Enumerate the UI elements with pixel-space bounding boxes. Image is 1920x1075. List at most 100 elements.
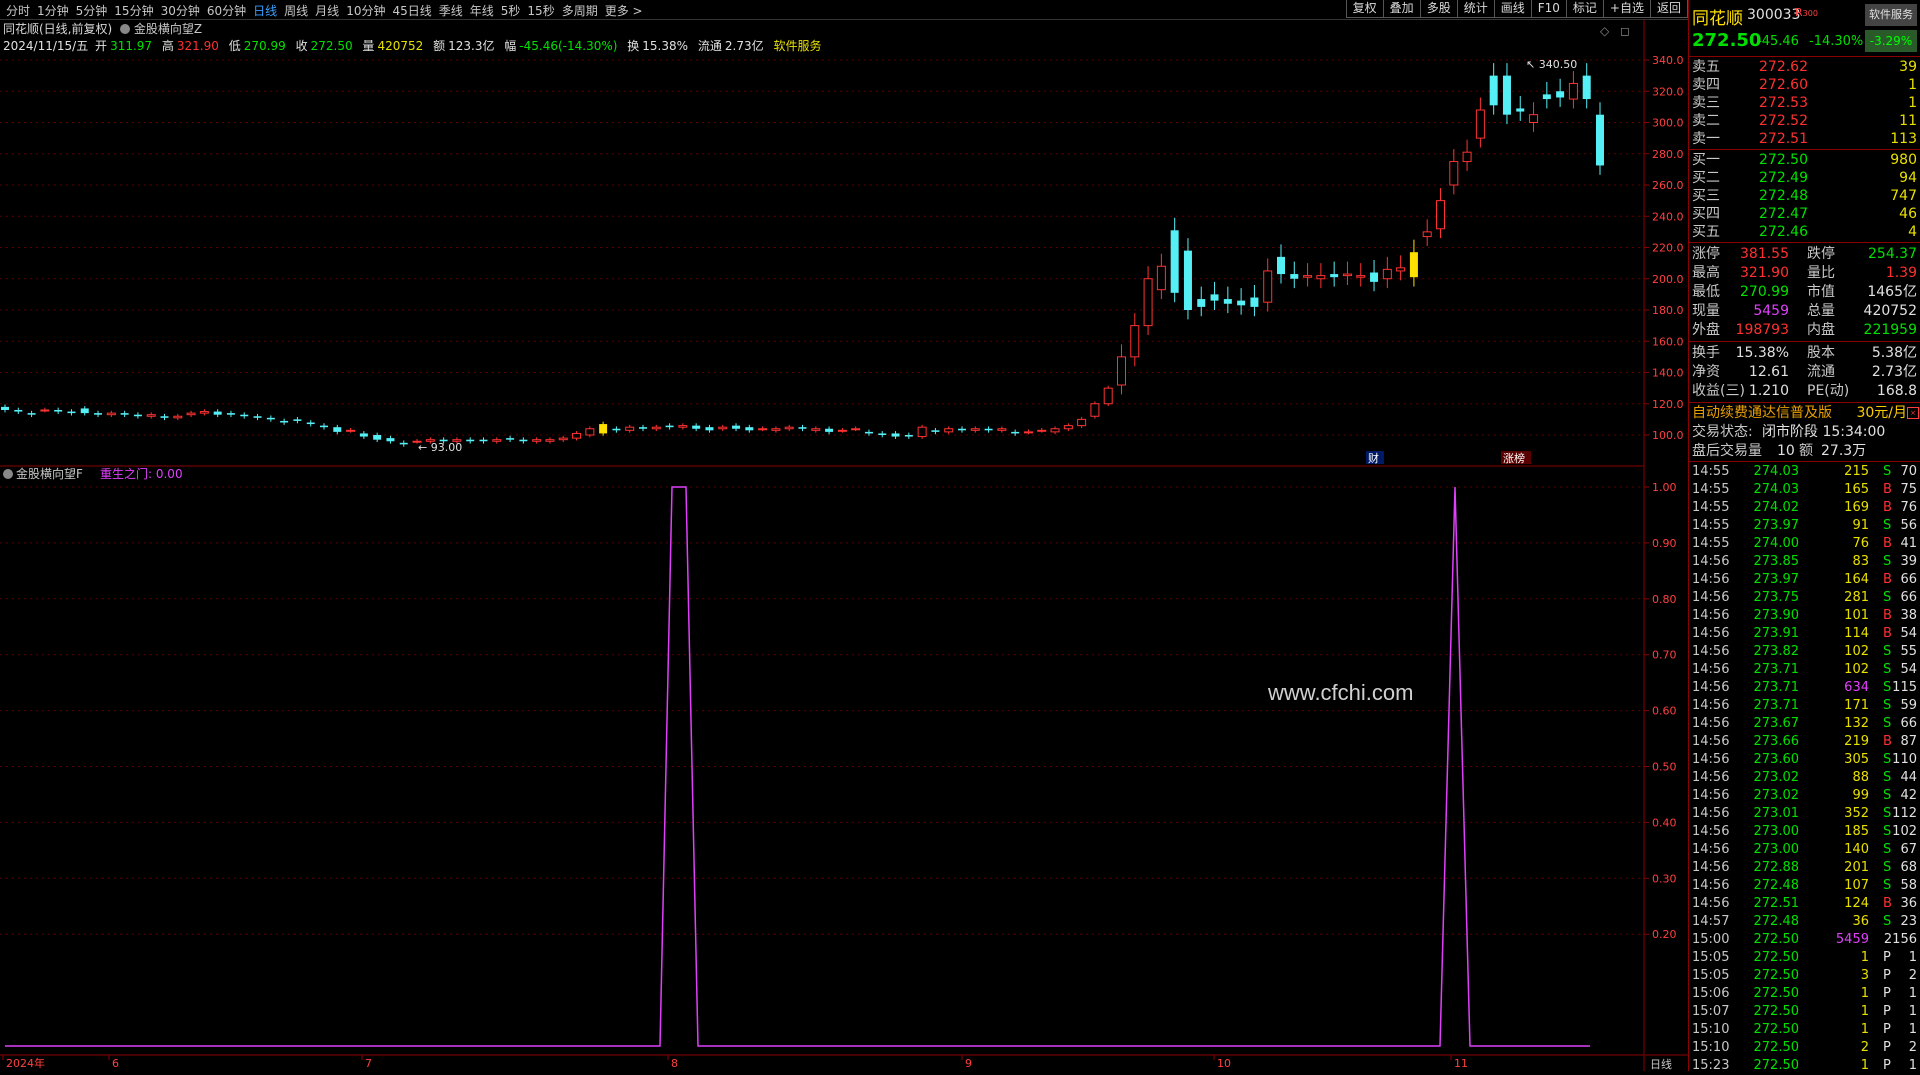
candle-body <box>240 414 249 417</box>
ask-label: 卖二 <box>1692 113 1720 129</box>
tick-price: 273.97 <box>1753 518 1800 533</box>
tick-volume: 88 <box>1852 770 1869 785</box>
tick-price: 273.90 <box>1753 608 1800 623</box>
candle-body <box>1436 200 1445 230</box>
tick-count: 39 <box>1900 554 1917 569</box>
stat-label: 换手 <box>1692 345 1720 361</box>
tick-price: 272.48 <box>1753 914 1800 929</box>
tick-side: S <box>1883 662 1892 677</box>
candle-body <box>798 427 807 429</box>
tick-row: 14:55 274.03 215 S 70 <box>1689 463 1920 481</box>
tick-time: 14:56 <box>1692 770 1730 785</box>
tick-side: S <box>1883 716 1892 731</box>
price-tick-label-5: 240.0 <box>1652 210 1684 223</box>
stat-row: 最高 321.90 量比 1.39 <box>1689 264 1920 282</box>
tick-time: 14:56 <box>1692 788 1730 803</box>
tick-volume: 201 <box>1844 860 1869 875</box>
tick-count: 112 <box>1892 806 1917 821</box>
candle-body <box>1422 231 1432 238</box>
price-tick-label-8: 180.0 <box>1652 304 1684 317</box>
bid-label: 买三 <box>1692 188 1720 204</box>
tick-price: 273.71 <box>1753 680 1800 695</box>
bid-row: 买五 272.46 4 <box>1689 223 1920 241</box>
tick-row: 15:00 272.50 5459 2156 <box>1689 931 1920 949</box>
candle-body <box>133 414 142 417</box>
tick-time: 14:55 <box>1692 500 1730 515</box>
candle-body <box>1011 431 1020 434</box>
tick-count: 42 <box>1900 788 1917 803</box>
x-tick-label-1: 6 <box>112 1057 119 1070</box>
tick-side: B <box>1883 896 1892 911</box>
tick-count: 1 <box>1908 1004 1917 1019</box>
bid-volume: 94 <box>1899 170 1917 186</box>
tick-row: 14:55 274.03 165 B 75 <box>1689 481 1920 499</box>
tick-row: 14:56 273.02 88 S 44 <box>1689 769 1920 787</box>
square-icon: ◻ <box>1620 24 1630 38</box>
candle-body <box>1197 299 1206 307</box>
tick-price: 273.71 <box>1753 698 1800 713</box>
candle-body <box>864 431 873 434</box>
stat-label: 收益(三) <box>1692 383 1745 399</box>
divider <box>1689 461 1920 462</box>
candle-body <box>14 410 23 412</box>
candle-body <box>506 438 515 440</box>
sub-indicator-toggle-icon[interactable] <box>3 469 13 479</box>
tick-row: 14:56 273.71 102 S 54 <box>1689 661 1920 679</box>
stat-value: 270.99 <box>1740 284 1789 300</box>
tick-count: 58 <box>1900 878 1917 893</box>
tick-price: 273.02 <box>1753 770 1800 785</box>
ask-label: 卖一 <box>1692 131 1720 147</box>
tick-time: 14:55 <box>1692 518 1730 533</box>
tick-count: 68 <box>1900 860 1917 875</box>
ask-volume: 113 <box>1890 131 1917 147</box>
candle-body <box>1170 230 1179 293</box>
candle-body <box>984 428 993 431</box>
kline-chart[interactable]: 340.0 320.0 300.0 280.0 260.0 240.0 220.0 200.0… <box>0 0 1688 1071</box>
tick-side: S <box>1883 914 1892 929</box>
candle-body <box>359 433 368 437</box>
tick-time: 14:56 <box>1692 842 1730 857</box>
candle-body <box>479 439 488 442</box>
sub-tick-label-0: 1.00 <box>1652 481 1677 494</box>
sector-pct-badge: -3.29% <box>1865 30 1917 52</box>
bid-label: 买四 <box>1692 206 1720 222</box>
bid-label: 买一 <box>1692 152 1720 168</box>
candle-body <box>931 430 940 432</box>
candle-body <box>692 425 701 429</box>
tick-volume: 305 <box>1844 752 1869 767</box>
tick-count: 2156 <box>1883 932 1917 947</box>
candle-body <box>106 412 116 416</box>
candle-body <box>1542 94 1551 100</box>
ask-volume: 11 <box>1899 113 1917 129</box>
tick-row: 14:56 273.71 634 S 115 <box>1689 679 1920 697</box>
tick-price: 272.48 <box>1753 878 1800 893</box>
candle-body <box>997 428 1007 431</box>
tick-volume: 99 <box>1852 788 1869 803</box>
tick-row: 15:05 272.50 3 P 2 <box>1689 967 1920 985</box>
stat-label-2: 流通 <box>1807 364 1835 380</box>
tick-row: 14:56 273.91 114 B 54 <box>1689 625 1920 643</box>
stat-label: 最低 <box>1692 284 1720 300</box>
software-service-button[interactable]: 软件服务 <box>1865 4 1917 26</box>
r-badge: R300 <box>1795 6 1818 19</box>
price-tick-label-6: 220.0 <box>1652 242 1684 255</box>
tick-time: 14:55 <box>1692 536 1730 551</box>
tick-time: 14:56 <box>1692 626 1730 641</box>
stat-value-2: 2.73亿 <box>1871 364 1917 380</box>
stat-value-2: 168.8 <box>1876 383 1917 399</box>
tick-time: 14:56 <box>1692 878 1730 893</box>
stat-value: 5459 <box>1753 303 1789 319</box>
tick-row: 14:56 273.97 164 B 66 <box>1689 571 1920 589</box>
candle-body <box>80 408 89 414</box>
tick-side: S <box>1883 860 1892 875</box>
tick-time: 14:56 <box>1692 644 1730 659</box>
x-tick-label-3: 8 <box>671 1057 678 1070</box>
promo-row[interactable]: 自动续费通达信普及版 30元/月 × <box>1689 404 1920 422</box>
candle-body <box>1277 256 1285 275</box>
ask-price: 272.51 <box>1759 131 1808 147</box>
candle-body <box>1117 356 1126 386</box>
tick-row: 14:56 273.82 102 S 55 <box>1689 643 1920 661</box>
promo-close-icon[interactable]: × <box>1907 407 1919 419</box>
tick-side: B <box>1883 572 1892 587</box>
divider <box>1689 242 1920 243</box>
